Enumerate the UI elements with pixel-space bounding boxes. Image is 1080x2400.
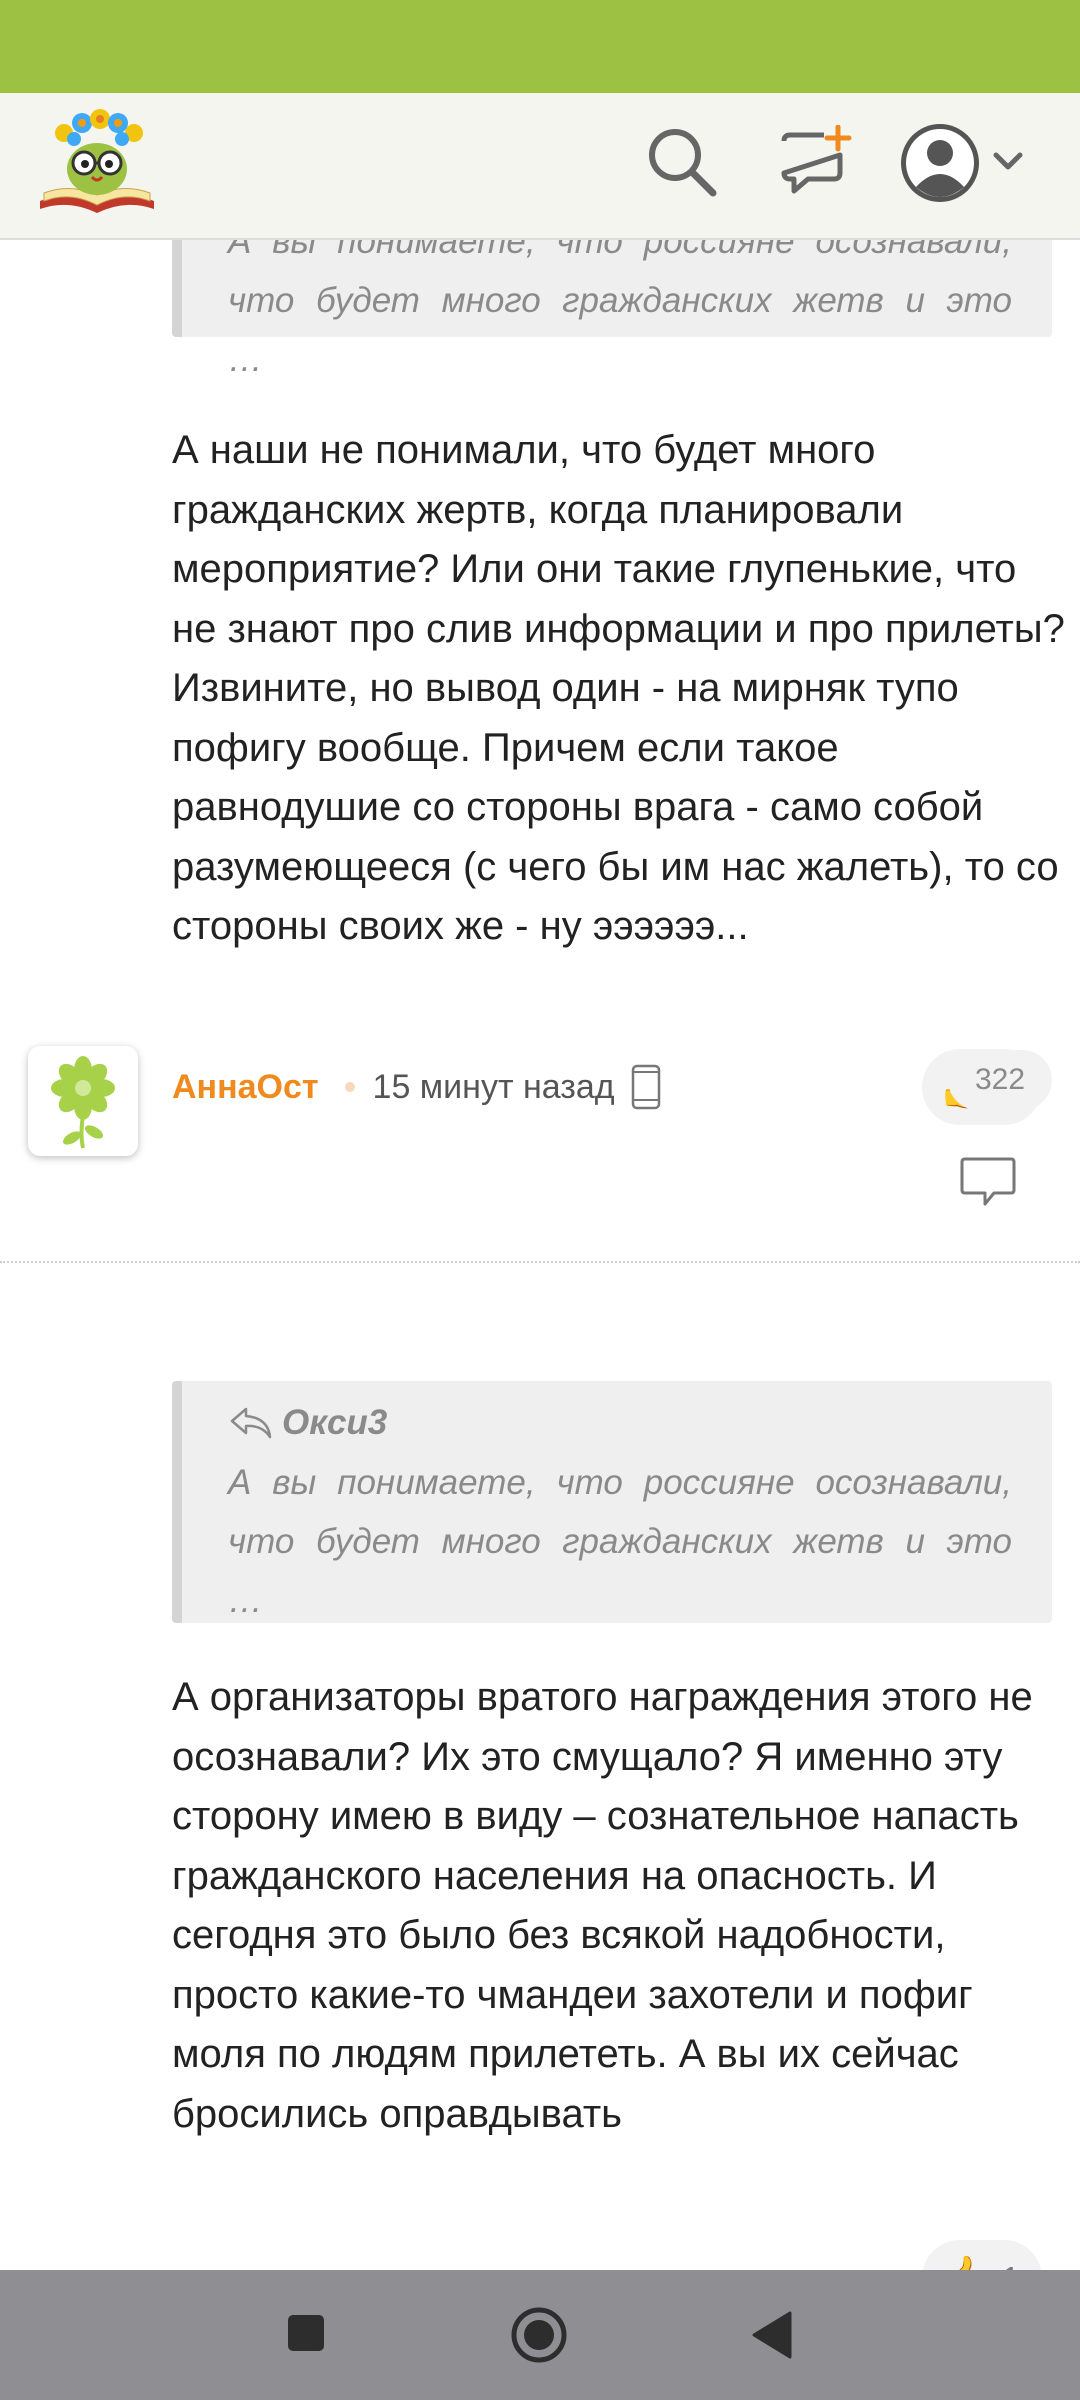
- quote-block[interactable]: Окси3 А вы понимаете, что россияне осозн…: [172, 1381, 1052, 1623]
- system-nav-bar: [0, 2270, 1080, 2400]
- like-count: 1: [1002, 2260, 1019, 2270]
- username[interactable]: АннаОст: [172, 1068, 319, 1107]
- like-button[interactable]: 👍 1: [922, 2240, 1042, 2270]
- quote-block[interactable]: А вы понимаете, что россияне осознавали,…: [172, 240, 1052, 379]
- reply-icon[interactable]: [958, 1156, 1018, 1208]
- mobile-phone-icon: [631, 1064, 660, 1110]
- comment-divider: [0, 1261, 1080, 1263]
- recents-square-button[interactable]: [286, 2313, 326, 2353]
- status-bar: [0, 0, 1080, 93]
- comment-body: А наши не понимали, что будет много граж…: [172, 428, 1065, 948]
- flower-icon: [51, 1056, 115, 1149]
- quote-text: А вы понимаете, что россияне осознавали,…: [228, 1463, 1012, 1620]
- quote-text: А вы понимаете, что россияне осознавали,…: [228, 240, 1012, 379]
- app-header: [0, 93, 1080, 240]
- comments-feed[interactable]: А вы понимаете, что россияне осознавали,…: [0, 240, 1080, 2270]
- timestamp: 15 минут назад: [372, 1067, 615, 1106]
- user-avatar-icon[interactable]: [898, 121, 1038, 205]
- comment-meta: АннаОст 15 минут назад: [172, 1062, 661, 1112]
- chevron-down-icon: [993, 152, 1023, 170]
- avatar[interactable]: [28, 1046, 138, 1156]
- comment-body: А организаторы вратого награждения этого…: [172, 1675, 1033, 2136]
- back-triangle-button[interactable]: [750, 2310, 794, 2360]
- reply-arrow-icon: [230, 1407, 272, 1439]
- search-icon[interactable]: [645, 125, 719, 199]
- compose-plus-icon[interactable]: [778, 125, 852, 199]
- thumbs-up-icon: 👍: [938, 2257, 990, 2271]
- quote-author-name: Окси3: [282, 1403, 388, 1442]
- separator-dot: [344, 1082, 355, 1092]
- quote-author: Окси3: [228, 1403, 387, 1443]
- home-circle-button[interactable]: [510, 2306, 568, 2364]
- comment-number-badge: 322: [948, 1050, 1052, 1110]
- reading-owl-logo[interactable]: [34, 109, 160, 217]
